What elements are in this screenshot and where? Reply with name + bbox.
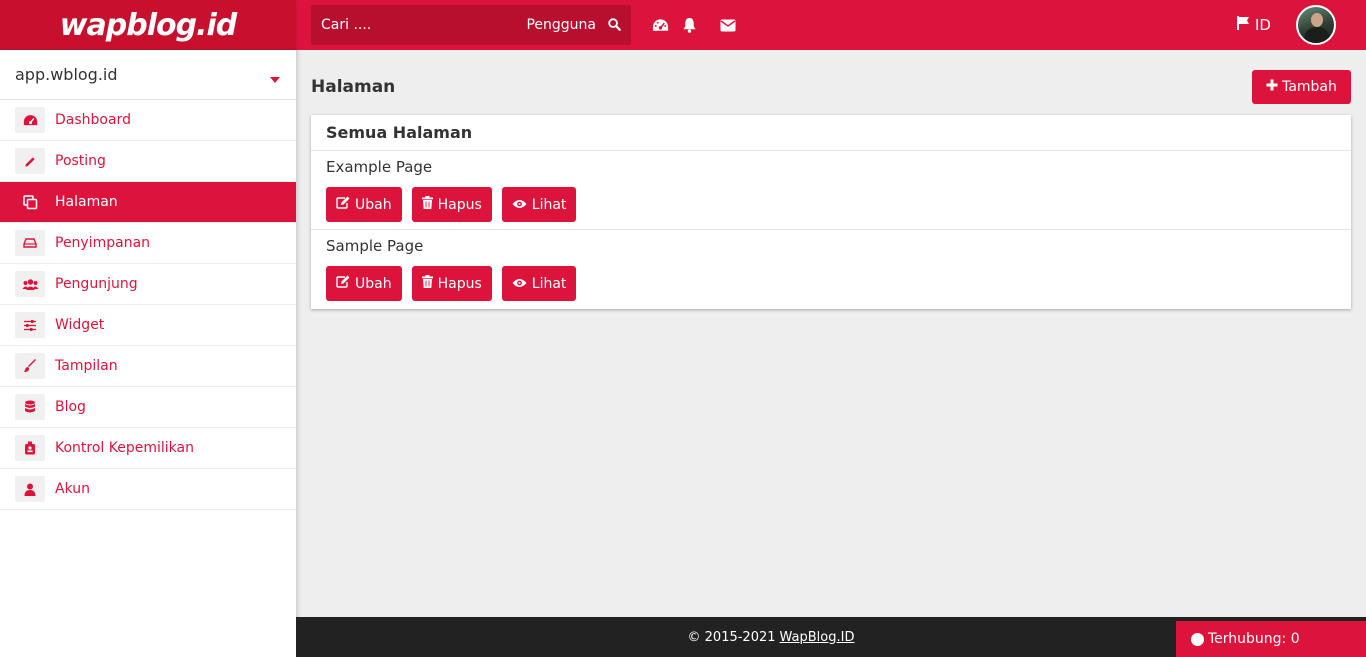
- view-label: Lihat: [531, 196, 567, 213]
- search-scope-select[interactable]: Pengguna: [526, 17, 596, 33]
- brush-icon: [15, 353, 45, 379]
- edit-label: Ubah: [355, 275, 392, 292]
- add-page-label: Tambah: [1282, 79, 1337, 95]
- logo: wapblog.id: [59, 7, 237, 43]
- sidebar-item-label: Posting: [55, 153, 106, 169]
- status-dot-icon: [1191, 632, 1204, 646]
- copyright-text: © 2015-2021: [687, 629, 776, 645]
- sidebar-item-akun[interactable]: Akun: [0, 469, 296, 510]
- page-actions: Ubah Hapus Lihat: [326, 187, 1336, 222]
- list-item: Example Page Ubah Hapus Lihat: [311, 151, 1351, 230]
- sidebar-item-label: Pengunjung: [55, 276, 138, 292]
- delete-label: Hapus: [437, 196, 482, 213]
- sidebar-item-pengunjung[interactable]: Pengunjung: [0, 264, 296, 305]
- search-input[interactable]: [321, 17, 511, 33]
- language-label: ID: [1255, 15, 1271, 34]
- edit-label: Ubah: [355, 196, 392, 213]
- sidebar-item-label: Kontrol Kepemilikan: [55, 440, 194, 456]
- sidebar-item-blog[interactable]: Blog: [0, 387, 296, 428]
- page-name: Sample Page: [326, 237, 424, 255]
- badge-icon: [15, 435, 45, 461]
- caret-down-icon: [270, 77, 280, 83]
- sidebar-item-label: Blog: [55, 399, 86, 415]
- sidebar-item-label: Penyimpanan: [55, 235, 151, 251]
- flag-icon: [1236, 15, 1251, 34]
- view-button[interactable]: Lihat: [501, 187, 577, 222]
- edit-button[interactable]: Ubah: [326, 187, 402, 222]
- edit-icon: [336, 275, 350, 292]
- page-title: Halaman: [311, 77, 396, 97]
- delete-button[interactable]: Hapus: [411, 266, 492, 301]
- sidebar-item-label: Widget: [55, 317, 105, 333]
- site-select[interactable]: app.wblog.id: [0, 50, 296, 100]
- users-icon: [15, 271, 45, 297]
- connection-status: Terhubung: 0: [1176, 621, 1366, 657]
- sidebar-item-label: Dashboard: [55, 112, 131, 128]
- sidebar-item-halaman[interactable]: Halaman: [0, 182, 296, 223]
- drive-icon: [15, 230, 45, 256]
- trash-icon: [421, 275, 433, 292]
- top-bar: wapblog.id Pengguna ID: [0, 0, 1366, 50]
- envelope-icon[interactable]: [718, 15, 738, 35]
- sidebar-item-dashboard[interactable]: Dashboard: [0, 100, 296, 141]
- sidebar: app.wblog.id Dashboard Posting Halaman P…: [0, 50, 296, 657]
- site-name: app.wblog.id: [15, 65, 118, 84]
- page-name: Example Page: [326, 158, 433, 176]
- bell-icon[interactable]: [679, 15, 699, 35]
- dashboard-icon: [15, 107, 45, 133]
- sidebar-item-label: Halaman: [55, 194, 118, 210]
- eye-icon: [512, 276, 527, 292]
- avatar[interactable]: [1296, 5, 1336, 45]
- sidebar-item-tampilan[interactable]: Tampilan: [0, 346, 296, 387]
- eye-icon: [512, 197, 527, 213]
- sidebar-item-label: Tampilan: [55, 358, 118, 374]
- page-actions: Ubah Hapus Lihat: [326, 266, 1336, 301]
- language-switch[interactable]: ID: [1236, 15, 1271, 34]
- footer-link[interactable]: WapBlog.ID: [780, 630, 855, 645]
- search-bar: Pengguna: [311, 5, 631, 45]
- connection-label: Terhubung: 0: [1208, 631, 1300, 647]
- sidebar-item-widget[interactable]: Widget: [0, 305, 296, 346]
- sidebar-item-label: Akun: [55, 481, 90, 497]
- trash-icon: [421, 196, 433, 213]
- view-label: Lihat: [531, 275, 567, 292]
- view-button[interactable]: Lihat: [501, 266, 577, 301]
- edit-button[interactable]: Ubah: [326, 266, 402, 301]
- delete-button[interactable]: Hapus: [411, 187, 492, 222]
- brand[interactable]: wapblog.id: [0, 0, 296, 50]
- card-title: Semua Halaman: [311, 115, 1351, 151]
- plus-icon: [1266, 79, 1278, 95]
- sliders-icon: [15, 312, 45, 338]
- pages-icon: [15, 189, 45, 215]
- delete-label: Hapus: [437, 275, 482, 292]
- sidebar-item-kontrol-kepemilikan[interactable]: Kontrol Kepemilikan: [0, 428, 296, 469]
- user-icon: [15, 476, 45, 502]
- edit-icon: [336, 196, 350, 213]
- sidebar-item-penyimpanan[interactable]: Penyimpanan: [0, 223, 296, 264]
- database-icon: [15, 394, 45, 420]
- pages-card: Semua Halaman Example Page Ubah Hapus Li…: [311, 115, 1351, 309]
- add-page-button[interactable]: Tambah: [1252, 70, 1351, 104]
- list-item: Sample Page Ubah Hapus Lihat: [311, 230, 1351, 309]
- sidebar-item-posting[interactable]: Posting: [0, 141, 296, 182]
- search-icon[interactable]: [608, 16, 621, 35]
- dashboard-icon[interactable]: [650, 15, 670, 35]
- pencil-icon: [15, 148, 45, 174]
